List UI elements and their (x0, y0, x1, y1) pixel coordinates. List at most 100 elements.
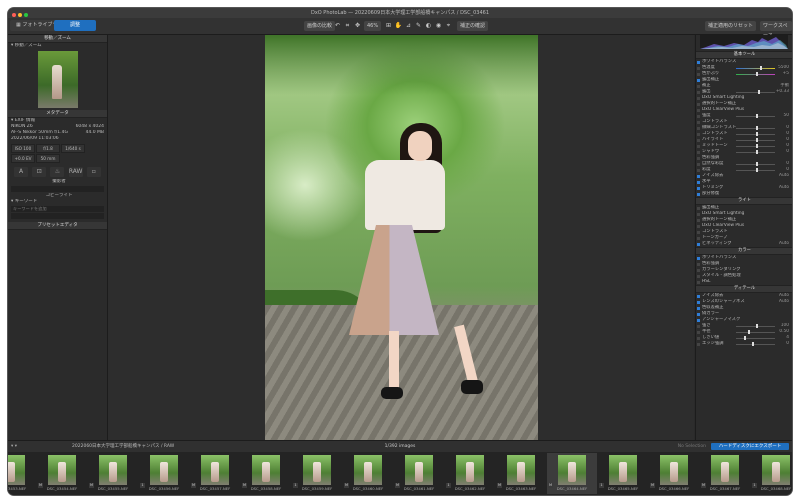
filmstrip-thumbnail[interactable]: 1 DSC_03462.NEF (445, 453, 495, 494)
undo-icon[interactable]: ↶ (333, 21, 342, 31)
slider-handle[interactable] (755, 132, 758, 136)
adjust-slider[interactable] (736, 168, 775, 172)
enable-toggle[interactable] (697, 150, 700, 154)
enable-toggle[interactable] (697, 268, 700, 272)
zoom-level[interactable]: 46% (364, 21, 382, 31)
filmstrip[interactable]: 1DSC_03453.NEFMDSC_03454.NEFMDSC_03455.N… (8, 452, 792, 495)
navigator-toggle[interactable]: ▾ 移動／ズーム (8, 43, 107, 49)
local-adjust-icon[interactable]: ◐ (424, 21, 433, 31)
slider-handle[interactable] (743, 336, 746, 340)
enable-toggle[interactable] (697, 174, 700, 178)
adjust-slider[interactable] (736, 342, 775, 346)
adjust-slider[interactable] (736, 66, 775, 70)
compare-button[interactable]: 画像の比較 (304, 21, 336, 31)
filmstrip-thumbnail[interactable]: M DSC_03457.NEF (190, 453, 240, 494)
filmstrip-thumbnail[interactable]: M DSC_03454.NEF (37, 453, 87, 494)
slider-handle[interactable] (751, 342, 754, 346)
enable-toggle[interactable] (697, 306, 700, 310)
keyword-input[interactable]: キーワードを追加 (11, 206, 104, 212)
straighten-icon[interactable]: ⊿ (404, 21, 413, 31)
enable-toggle[interactable] (697, 168, 700, 172)
enable-toggle[interactable] (697, 256, 700, 260)
adjust-slider[interactable] (736, 90, 775, 94)
filmstrip-thumbnail[interactable]: 1 DSC_03459.NEF (292, 453, 342, 494)
enable-toggle[interactable] (697, 212, 700, 216)
slider-handle[interactable] (755, 150, 758, 154)
enable-toggle[interactable] (697, 132, 700, 136)
enable-toggle[interactable] (697, 90, 700, 94)
enable-toggle[interactable] (697, 342, 700, 346)
filmstrip-thumbnail[interactable]: 1DSC_03453.NEF (8, 453, 36, 494)
histogram[interactable] (700, 35, 788, 49)
slider-handle[interactable] (755, 168, 758, 172)
slider-handle[interactable] (755, 114, 758, 118)
enable-toggle[interactable] (697, 336, 700, 340)
adjust-slider[interactable] (736, 150, 775, 154)
filmstrip-thumbnail[interactable]: M DSC_03467.NEF (700, 453, 750, 494)
adjust-slider[interactable] (736, 336, 775, 340)
enable-toggle[interactable] (697, 312, 700, 316)
filmstrip-thumbnail[interactable]: M DSC_03461.NEF (394, 453, 444, 494)
eye-icon[interactable]: ◉ (434, 21, 443, 31)
author-field[interactable] (11, 186, 104, 192)
correction-row[interactable]: ビネッティング Auto (696, 241, 792, 247)
correction-row[interactable]: HSL (696, 279, 792, 285)
correction-row[interactable]: エッジ強調 0 (696, 341, 792, 347)
enable-toggle[interactable] (697, 242, 700, 246)
reset-corrections-button[interactable]: 補正適用のリセット (705, 21, 757, 31)
metadata-header[interactable]: メタデータ (8, 110, 107, 118)
adjust-slider[interactable] (736, 144, 775, 148)
section-header[interactable]: ディテール (696, 285, 792, 293)
move-icon[interactable]: ✥ (353, 21, 362, 31)
image-viewer[interactable] (108, 35, 694, 440)
slider-handle[interactable] (755, 138, 758, 142)
enable-toggle[interactable] (697, 156, 700, 160)
enable-toggle[interactable] (697, 236, 700, 240)
slider-handle[interactable] (755, 126, 758, 130)
slider-handle[interactable] (755, 144, 758, 148)
adjust-slider[interactable] (736, 162, 775, 166)
filmstrip-thumbnail[interactable]: 1 DSC_03465.NEF (598, 453, 648, 494)
preset-editor-header[interactable]: プリセットエディタ (8, 222, 107, 230)
adjust-slider[interactable] (736, 138, 775, 142)
slider-handle[interactable] (757, 90, 760, 94)
enable-toggle[interactable] (697, 96, 700, 100)
navigator-preview[interactable] (37, 51, 78, 108)
enable-toggle[interactable] (697, 224, 700, 228)
hand-icon[interactable]: ✋ (394, 21, 403, 31)
enable-toggle[interactable] (697, 126, 700, 130)
adjust-slider[interactable] (736, 324, 775, 328)
workspace-button[interactable]: ワークスペース (760, 21, 792, 39)
enable-toggle[interactable] (697, 144, 700, 148)
adjust-slider[interactable] (736, 330, 775, 334)
enable-toggle[interactable] (697, 206, 700, 210)
filmstrip-thumbnail[interactable]: 1 DSC_03468.NEF (751, 453, 792, 494)
adjust-slider[interactable] (736, 72, 775, 76)
show-mask-button[interactable]: 補正の確認 (457, 21, 489, 31)
keyword-toggle[interactable]: ▾ キーワード (8, 199, 107, 205)
enable-toggle[interactable] (697, 162, 700, 166)
enable-toggle[interactable] (697, 294, 700, 298)
main-photo[interactable] (265, 35, 538, 440)
mask-icon[interactable]: ⌖ (444, 21, 453, 31)
enable-toggle[interactable] (697, 72, 700, 76)
enable-toggle[interactable] (697, 218, 700, 222)
crop-icon[interactable]: ⌗ (343, 21, 352, 31)
filmstrip-thumbnail[interactable]: M DSC_03463.NEF (496, 453, 546, 494)
enable-toggle[interactable] (697, 324, 700, 328)
repair-icon[interactable]: ✎ (414, 21, 423, 31)
enable-toggle[interactable] (697, 192, 700, 196)
slider-handle[interactable] (756, 72, 759, 76)
tab-customize[interactable]: 調整 (54, 20, 96, 31)
filmstrip-thumbnail[interactable]: 1 DSC_03456.NEF (139, 453, 189, 494)
enable-toggle[interactable] (697, 78, 700, 82)
enable-toggle[interactable] (697, 102, 700, 106)
filmstrip-thumbnail[interactable]: M DSC_03464.NEF (547, 453, 597, 494)
enable-toggle[interactable] (697, 274, 700, 278)
enable-toggle[interactable] (697, 318, 700, 322)
enable-toggle[interactable] (697, 280, 700, 284)
correction-row[interactable]: 部分修復 (696, 191, 792, 197)
enable-toggle[interactable] (697, 120, 700, 124)
export-to-disk-button[interactable]: ハードディスクにエクスポート (711, 443, 789, 450)
adjust-slider[interactable] (736, 132, 775, 136)
